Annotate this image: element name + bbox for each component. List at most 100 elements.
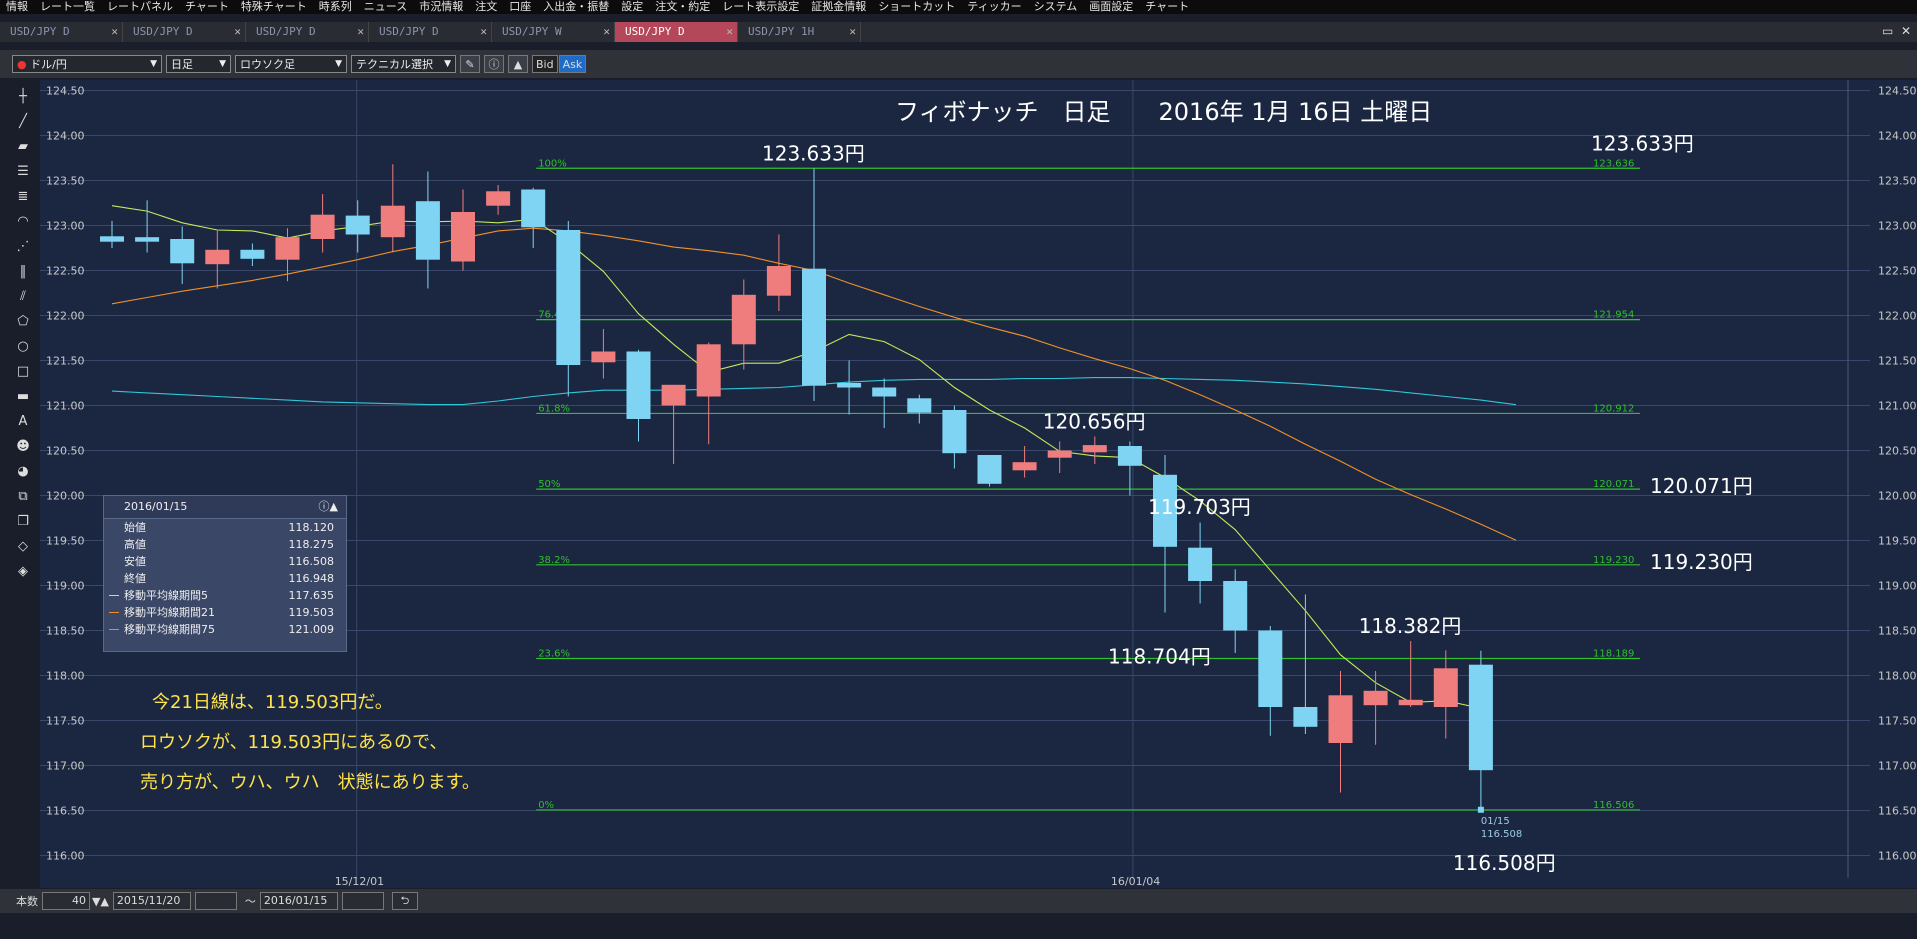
menu-item[interactable]: 特殊チャート [235,0,313,14]
restore-icon[interactable]: ▭ [1882,24,1893,38]
candle-body [1468,664,1493,771]
eraser-icon[interactable]: ◇ [12,536,34,558]
y-tick-right: 123.00 [1878,220,1917,233]
info-date: 2016/01/15 [124,500,188,513]
chart-tab[interactable]: USD/JPY D ✕ [246,22,369,42]
candle-body [731,294,756,345]
menu-item[interactable]: ショートカット [872,0,961,14]
pentagon-icon[interactable]: ⬠ [12,311,34,333]
y-tick-right: 122.00 [1878,310,1917,323]
price-annotation: 118.704円 [1108,644,1211,668]
copy-icon[interactable]: ⧉ [12,486,34,508]
tab-label: USD/JPY D [379,25,439,38]
period-select[interactable]: 日足 ▼ [166,55,231,73]
circle-icon[interactable]: ○ [12,336,34,358]
ask-label: Ask [562,57,583,71]
menu-item[interactable]: 注文 [469,0,503,14]
candle-body [661,384,686,406]
crosshair-icon[interactable]: ┼ [12,86,34,108]
vertical-lines-icon[interactable]: ‖ [12,261,34,283]
currency-select[interactable]: ● ドル/円 ▼ [12,55,162,73]
menu-item[interactable]: 市況情報 [413,0,469,14]
pitchfork-icon[interactable]: ⫽ [12,286,34,308]
line-style-icon[interactable]: ▬ [12,386,34,408]
chart-tab[interactable]: USD/JPY 1H ✕ [738,22,861,42]
close-tab-icon[interactable]: ✕ [726,22,733,42]
technical-select[interactable]: テクニカル選択 ▼ [351,55,456,73]
menu-item[interactable]: チャート [179,0,235,14]
close-tab-icon[interactable]: ✕ [357,22,364,42]
pen-button[interactable]: ✎ [460,55,480,73]
trendline-icon[interactable]: ╱ [12,111,34,133]
from-time-input[interactable] [194,892,237,910]
menu-item[interactable]: 注文・約定 [649,0,716,14]
menu-item[interactable]: レート表示設定 [716,0,805,14]
info-row: 始値 118.120 [104,519,346,536]
candle-body [1223,581,1248,631]
close-tab-icon[interactable]: ✕ [480,22,487,42]
rectangle-icon[interactable]: □ [12,361,34,383]
bid-button[interactable]: Bid [532,55,558,73]
menu-item[interactable]: 設定 [615,0,649,14]
close-tab-icon[interactable]: ✕ [234,22,241,42]
from-date-input[interactable]: 2015/11/20 [112,892,191,910]
menu-item[interactable]: 入出金・振替 [537,0,615,14]
menu-item[interactable]: ティッカー [961,0,1027,14]
chart-tab[interactable]: USD/JPY D ✕ [0,22,123,42]
chart-background [40,80,1917,888]
menu-item[interactable]: 証拠金情報 [805,0,872,14]
candle-body [1398,699,1423,706]
menu-item[interactable]: 口座 [503,0,537,14]
delete-all-icon[interactable]: ◈ [12,561,34,583]
menu-item[interactable]: ニュース [358,0,413,14]
icon-stamp-icon[interactable]: ☻ [12,436,34,458]
flag-icon: ● [17,58,27,71]
to-date-input[interactable]: 2016/01/15 [259,892,338,910]
menu-item[interactable]: レートパネル [101,0,179,14]
close-tab-icon[interactable]: ✕ [111,22,118,42]
fan-icon[interactable]: ⋰ [12,236,34,258]
text-icon[interactable]: A [12,411,34,433]
menu-item[interactable]: 時系列 [313,0,358,14]
channel-icon[interactable]: ≣ [12,186,34,208]
period-select-value: 日足 [171,58,193,71]
ask-button[interactable]: Ask [558,55,587,73]
arc-icon[interactable]: ◠ [12,211,34,233]
window-buttons[interactable]: ▭ ✕ [1882,24,1911,38]
close-window-icon[interactable]: ✕ [1901,24,1911,38]
info-collapse-icon[interactable]: ⓘ▲ [319,496,338,518]
y-tick-right: 120.50 [1878,445,1917,458]
info-button[interactable]: ⓘ [484,55,504,73]
chart-style-select[interactable]: ロウソク足 ▼ [235,55,347,73]
menu-item[interactable]: 情報 [0,0,34,14]
close-tab-icon[interactable]: ✕ [849,22,856,42]
menu-item[interactable]: チャート [1139,0,1195,14]
price-annotation: 118.382円 [1359,614,1462,638]
y-tick-left: 122.00 [46,310,85,323]
mountain-chart-button[interactable]: ▲ [508,55,528,73]
menu-item[interactable]: レート一覧 [34,0,101,14]
chart-tab[interactable]: USD/JPY W ✕ [492,22,615,42]
drawing-tools: ┼ ╱ ▰ ☰ ≣ ◠ ⋰ ‖ ⫽ ⬠ ○ □ ▬ A ☻ ◕ ⧉ ❐ ◇ ◈ [10,83,36,586]
tab-label: USD/JPY D [256,25,316,38]
y-tick-left: 121.50 [46,355,85,368]
magnet-icon[interactable]: ◕ [12,461,34,483]
horizontal-line-icon[interactable]: ☰ [12,161,34,183]
count-input[interactable]: 40 [42,892,90,910]
menu-item[interactable]: システム [1028,0,1084,14]
layers-icon[interactable]: ❐ [12,511,34,533]
y-tick-left: 119.50 [46,535,85,548]
info-row-value: 116.948 [288,572,335,585]
ruler-icon[interactable]: ▰ [12,136,34,158]
to-time-input[interactable] [341,892,384,910]
chart-tab[interactable]: USD/JPY D ✕ [615,22,738,42]
price-chart[interactable]: 124.50 124.50 124.00 124.00 123.50 123.50 123.… [40,80,1917,888]
refresh-button[interactable]: ⮌ [391,892,418,910]
close-tab-icon[interactable]: ✕ [603,22,610,42]
chart-tab[interactable]: USD/JPY D ✕ [369,22,492,42]
chart-tab[interactable]: USD/JPY D ✕ [123,22,246,42]
menu-item[interactable]: 画面設定 [1083,0,1139,14]
candle-body [1012,462,1037,471]
count-stepper-icon[interactable]: ▼▲ [92,895,109,908]
menu-bar: 情報 レート一覧 レートパネル チャート 特殊チャート 時系列 ニュース 市況情報 注文 口座 入出… [0,0,1917,14]
